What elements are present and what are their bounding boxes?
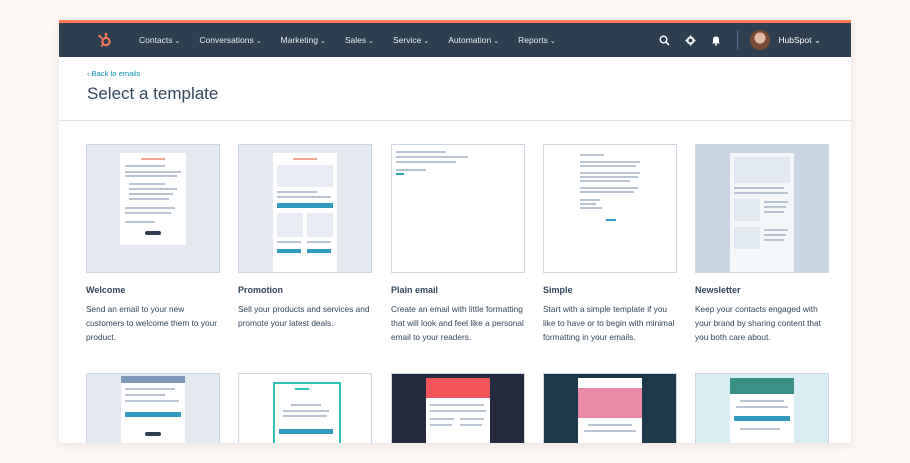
avatar[interactable] <box>750 30 771 50</box>
template-card-row2-3[interactable] <box>391 373 525 443</box>
chevron-down-icon: ⌄ <box>811 34 821 45</box>
nav-menu: Contacts ⌄ Conversations ⌄ Marketing ⌄ Sale… <box>139 35 575 45</box>
account-menu[interactable]: HubSpot ⌄ <box>778 35 821 46</box>
hubspot-sprocket-icon[interactable] <box>97 32 137 48</box>
chevron-down-icon: ⌄ <box>368 38 374 45</box>
template-thumbnail[interactable] <box>86 144 220 273</box>
template-card-row2-5[interactable] <box>695 373 829 443</box>
template-card-welcome[interactable]: Welcome Send an email to your new custom… <box>86 144 220 344</box>
chevron-down-icon: ⌄ <box>174 38 181 45</box>
template-description: Create an email with little formatting t… <box>391 304 524 342</box>
template-thumbnail[interactable] <box>238 373 372 443</box>
back-link-label: Back to emails <box>91 69 141 78</box>
chevron-down-icon: ⌄ <box>423 38 430 45</box>
nav-item-label: Automation <box>448 35 492 45</box>
template-card-row2-1[interactable] <box>86 373 220 443</box>
template-card-plain-email[interactable]: Plain email Create an email with little … <box>391 144 525 344</box>
gear-icon[interactable] <box>683 33 697 47</box>
nav-divider <box>737 30 739 50</box>
chevron-down-icon: ⌄ <box>549 38 556 45</box>
nav-item-label: Sales <box>344 35 367 45</box>
template-card-newsletter[interactable]: Newsletter Keep your contacts engaged wi… <box>695 144 829 344</box>
template-card-row2-4[interactable] <box>543 373 677 443</box>
template-thumbnail[interactable] <box>543 144 677 273</box>
nav-item-contacts[interactable]: Contacts ⌄ <box>139 35 180 45</box>
bell-icon[interactable] <box>709 33 723 47</box>
nav-item-sales[interactable]: Sales ⌄ <box>345 35 374 45</box>
nav-item-automation[interactable]: Automation ⌄ <box>448 35 499 45</box>
nav-item-service[interactable]: Service ⌄ <box>393 35 429 45</box>
template-description: Sell your products and services and prom… <box>238 304 370 328</box>
template-card-promotion[interactable]: Promotion Sell your products and service… <box>238 144 372 330</box>
template-thumbnail[interactable] <box>391 373 525 443</box>
nav-item-label: Reports <box>518 35 548 45</box>
nav-item-label: Conversations <box>199 35 254 45</box>
nav-item-label: Contacts <box>139 35 173 45</box>
nav-item-label: Service <box>392 35 422 45</box>
template-thumbnail[interactable] <box>695 144 829 273</box>
page-header: ‹ Back to emails Select a template <box>59 57 851 121</box>
nav-utilities: HubSpot ⌄ <box>645 23 821 57</box>
account-name: HubSpot <box>778 34 812 45</box>
template-card-row2-2[interactable] <box>238 373 372 443</box>
template-thumbnail[interactable] <box>238 144 372 273</box>
chevron-down-icon: ⌄ <box>319 38 326 45</box>
template-name: Promotion <box>238 285 283 295</box>
template-thumbnail[interactable] <box>86 373 220 443</box>
template-name: Welcome <box>86 285 126 295</box>
template-name: Plain email <box>391 285 439 295</box>
template-name: Newsletter <box>695 285 741 295</box>
nav-item-marketing[interactable]: Marketing ⌄ <box>281 35 326 45</box>
template-thumbnail[interactable] <box>391 144 525 273</box>
page-title: Select a template <box>87 84 219 103</box>
chevron-down-icon: ⌄ <box>255 38 262 45</box>
back-link[interactable]: ‹ Back to emails <box>87 57 851 78</box>
template-thumbnail[interactable] <box>695 373 829 443</box>
nav-item-conversations[interactable]: Conversations ⌄ <box>199 35 261 45</box>
template-description: Keep your contacts engaged with your bra… <box>695 304 821 342</box>
template-name: Simple <box>543 285 573 295</box>
template-card-simple[interactable]: Simple Start with a simple template if y… <box>543 144 677 344</box>
chevron-down-icon: ⌄ <box>493 38 500 45</box>
template-thumbnail[interactable] <box>543 373 677 443</box>
template-description: Start with a simple template if you like… <box>543 304 675 342</box>
nav-item-reports[interactable]: Reports ⌄ <box>518 35 556 45</box>
nav-item-label: Marketing <box>280 35 318 45</box>
search-icon[interactable] <box>657 33 671 47</box>
top-nav: Contacts ⌄ Conversations ⌄ Marketing ⌄ Sale… <box>59 23 851 57</box>
template-description: Send an email to your new customers to w… <box>86 304 217 342</box>
